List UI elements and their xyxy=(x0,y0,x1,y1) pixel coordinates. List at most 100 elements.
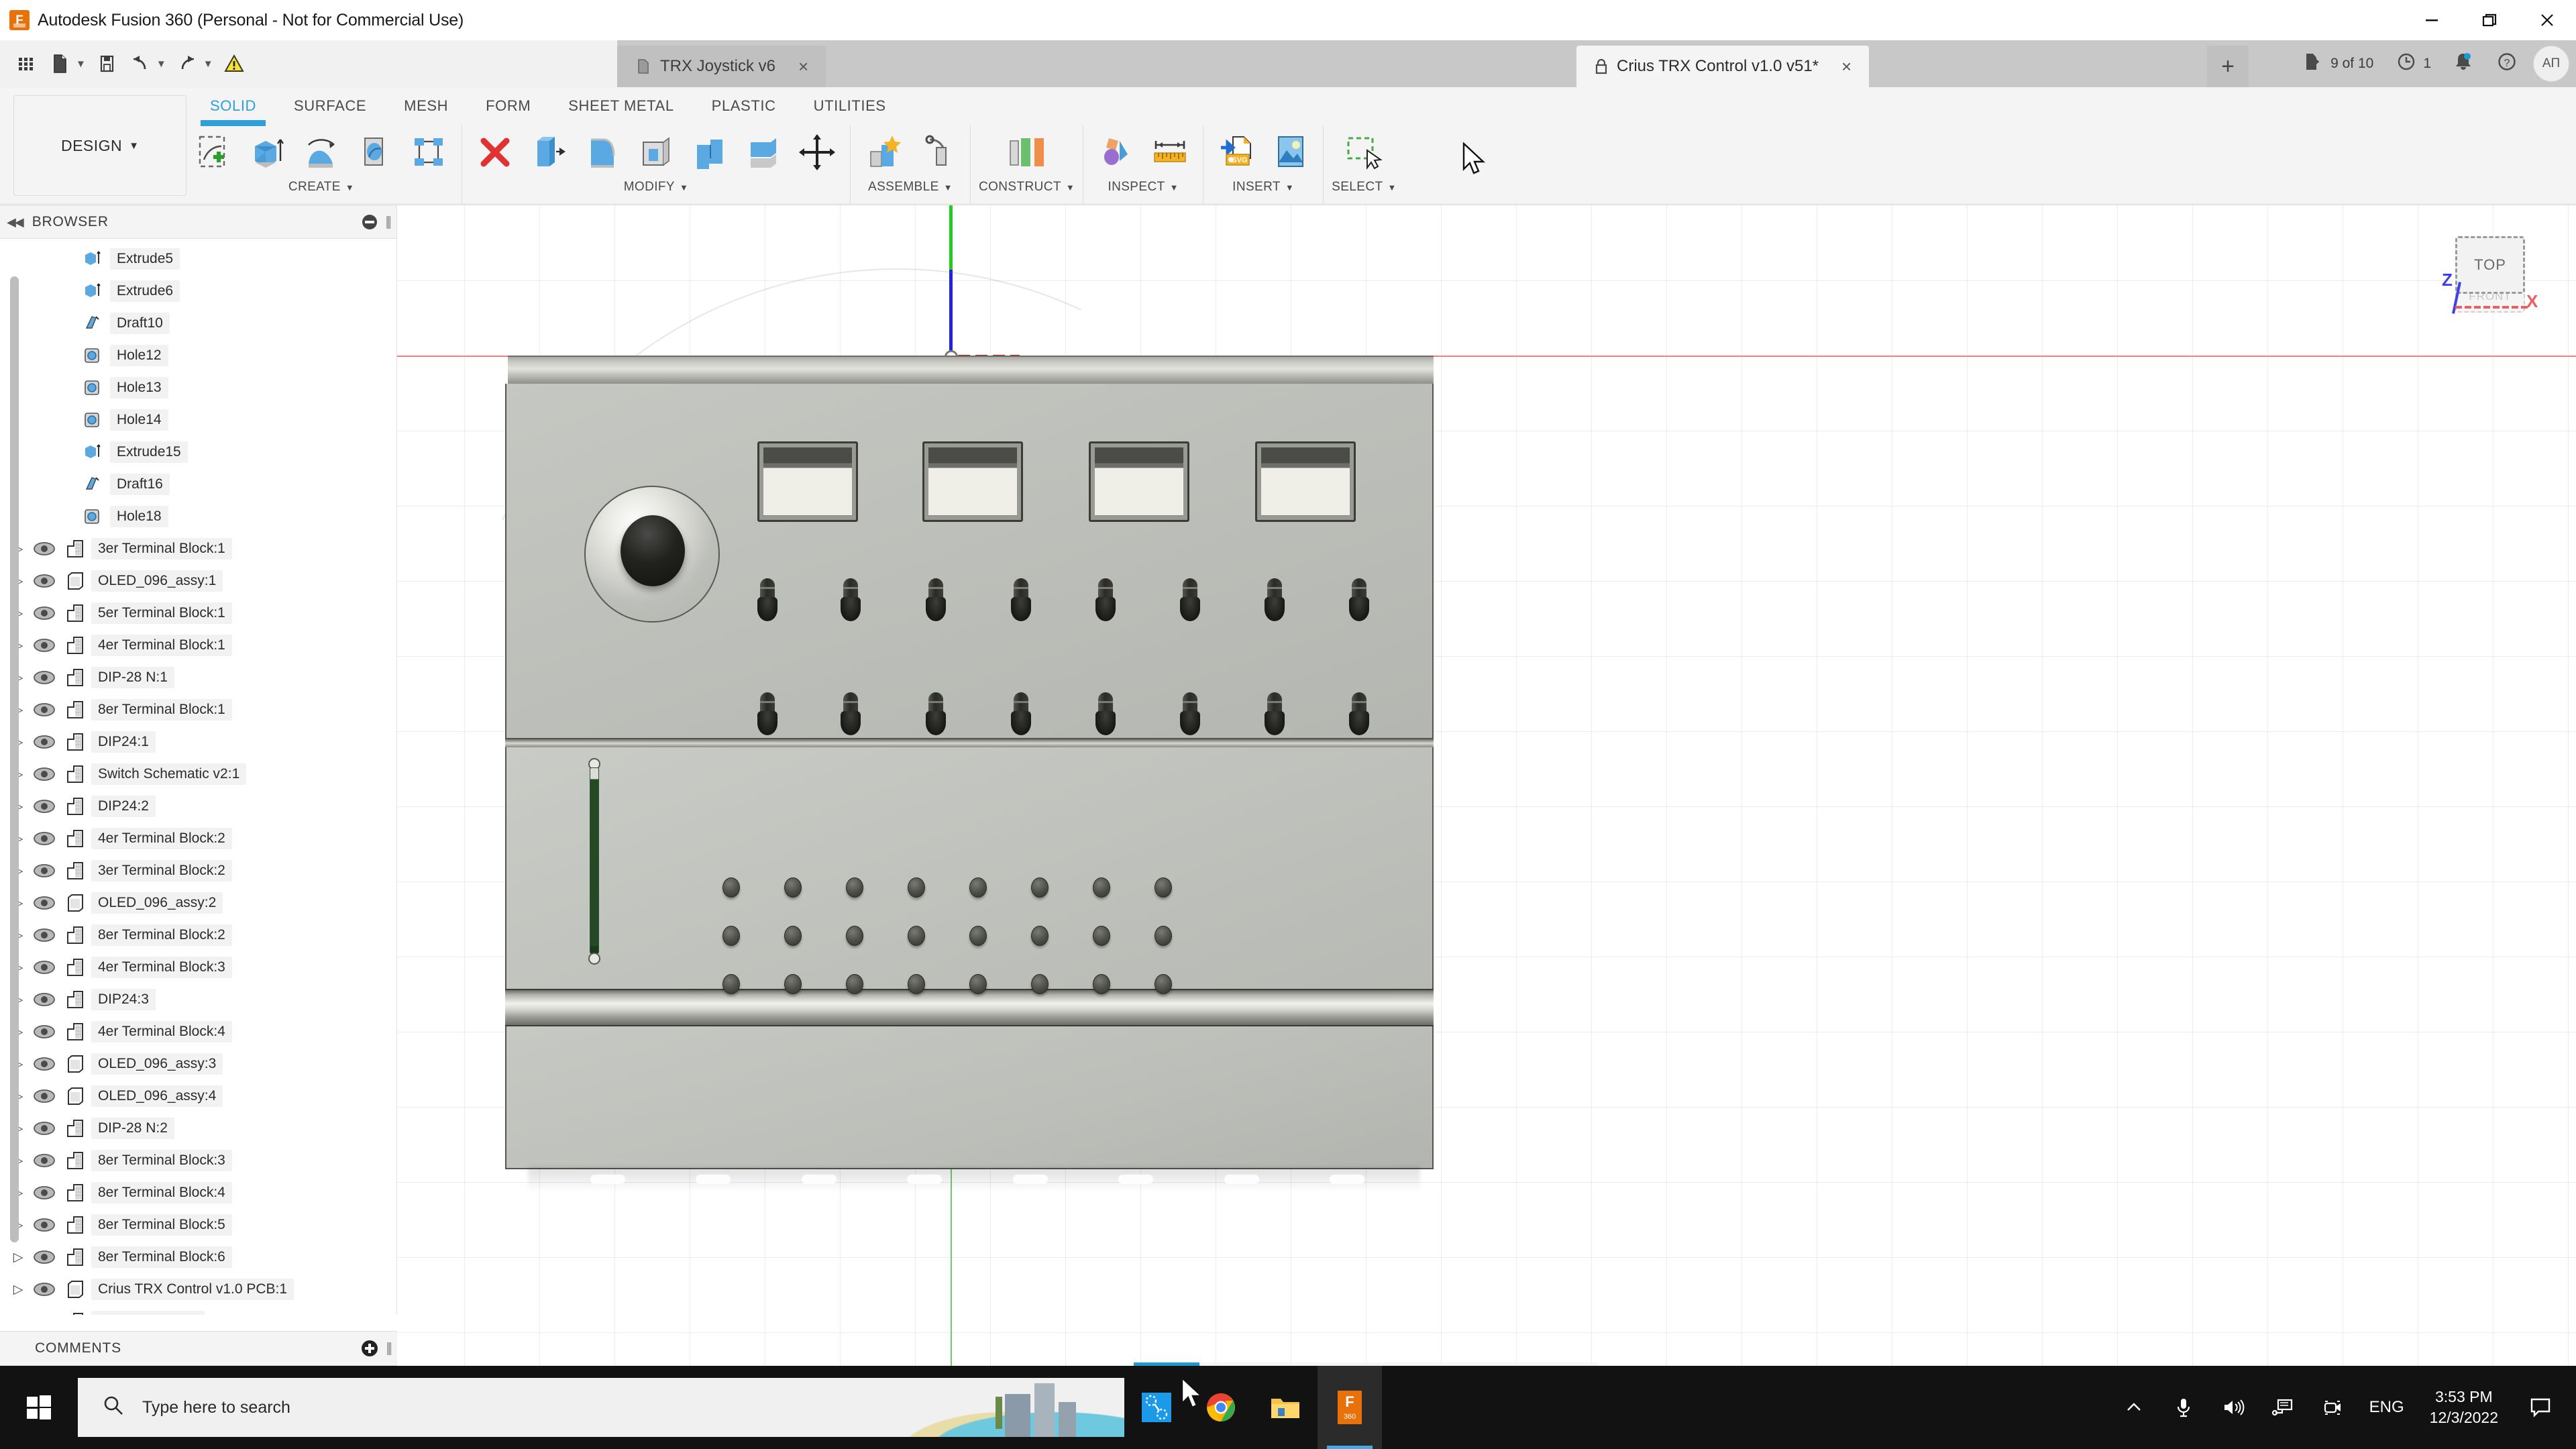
panel-grip-icon[interactable]: ||| xyxy=(385,215,390,230)
tree-item-component[interactable]: ▷8er Terminal Block:6 xyxy=(0,1241,396,1273)
search-input[interactable]: Type here to search xyxy=(78,1378,1124,1437)
help-button[interactable]: ? xyxy=(2485,40,2529,87)
tree-item-component[interactable]: ▷OLED_096_assy:3 xyxy=(0,1048,396,1080)
tree-item-component[interactable]: ▷4er Terminal Block:2 xyxy=(0,822,396,855)
tree-item-feature[interactable]: Extrude5 xyxy=(0,243,396,275)
tab-utilities[interactable]: UTILITIES xyxy=(795,91,905,121)
tree-item-component[interactable]: ▷DIP-28 N:2 xyxy=(0,1112,396,1144)
windows-start-icon[interactable] xyxy=(0,1366,78,1449)
tree-item-component[interactable]: ▷Switch Schematic v2:1 xyxy=(0,758,396,790)
tab-plastic[interactable]: PLASTIC xyxy=(693,91,795,121)
new-component-icon[interactable] xyxy=(859,127,908,177)
tree-item-feature[interactable]: Hole14 xyxy=(0,404,396,436)
tree-item-component[interactable]: ▷3er Terminal Block:2 xyxy=(0,855,396,887)
new-file-caret-icon[interactable]: ▼ xyxy=(76,58,86,70)
visibility-eye-icon[interactable] xyxy=(30,1152,59,1169)
visibility-eye-icon[interactable] xyxy=(30,798,59,814)
visibility-eye-icon[interactable] xyxy=(30,895,59,911)
group-label-select[interactable]: SELECT ▼ xyxy=(1332,180,1397,195)
group-label-insert[interactable]: INSERT ▼ xyxy=(1232,180,1294,195)
tree-item-feature[interactable]: Hole13 xyxy=(0,372,396,404)
visibility-eye-icon[interactable] xyxy=(30,1217,59,1233)
tree-item-component[interactable]: ▷DIP24:1 xyxy=(0,726,396,758)
tree-item-component[interactable]: ▷3er Terminal Block:1 xyxy=(0,533,396,565)
new-file-icon[interactable] xyxy=(44,46,75,82)
visibility-eye-icon[interactable] xyxy=(30,573,59,589)
3d-canvas[interactable]: FRONT TOP Z X xyxy=(397,205,2576,1366)
joint-icon[interactable] xyxy=(912,127,962,177)
press-pull-icon[interactable] xyxy=(524,127,574,177)
visibility-eye-icon[interactable] xyxy=(30,766,59,782)
task-view-icon[interactable] xyxy=(1124,1366,1189,1449)
tree-item-component[interactable]: ▷OLED_096_assy:4 xyxy=(0,1080,396,1112)
tree-item-component[interactable]: ▷DIP24:3 xyxy=(0,983,396,1016)
group-label-inspect[interactable]: INSPECT ▼ xyxy=(1108,180,1178,195)
workspace-switcher[interactable]: DESIGN ▼ xyxy=(13,95,186,196)
language-indicator[interactable]: ENG xyxy=(2357,1398,2416,1417)
visibility-eye-icon[interactable] xyxy=(30,959,59,975)
split-face-icon[interactable] xyxy=(739,127,788,177)
tab-solid[interactable]: SOLID xyxy=(191,91,275,121)
job-status[interactable]: 9 of 10 xyxy=(2292,40,2384,87)
move-copy-icon[interactable] xyxy=(792,127,842,177)
redo-caret-icon[interactable]: ▼ xyxy=(203,58,213,70)
notifications-button[interactable] xyxy=(2442,40,2485,87)
folder-icon[interactable] xyxy=(1253,1366,1318,1449)
visibility-eye-icon[interactable] xyxy=(30,991,59,1008)
tree-item-feature[interactable]: Draft10 xyxy=(0,307,396,339)
tree-item-component[interactable]: ▷OLED_096_assy:1 xyxy=(0,565,396,597)
camera-icon[interactable] xyxy=(2308,1366,2357,1449)
insert-svg-icon[interactable]: SVG xyxy=(1212,127,1261,177)
tree-item-feature[interactable]: Draft16 xyxy=(0,468,396,500)
pattern-icon[interactable] xyxy=(404,127,453,177)
action-center-icon[interactable] xyxy=(2512,1366,2569,1449)
tree-item-feature[interactable]: Hole18 xyxy=(0,500,396,533)
tree-item-feature[interactable]: Hole12 xyxy=(0,339,396,372)
view-cube[interactable]: FRONT TOP Z X xyxy=(2440,232,2541,313)
expand-arrow-icon[interactable]: ▷ xyxy=(7,1250,30,1265)
tree-item-component[interactable]: ▷Component18:1 xyxy=(0,1305,396,1315)
tree-item-component[interactable]: ▷8er Terminal Block:1 xyxy=(0,694,396,726)
collapse-left-icon[interactable]: ◀◀ xyxy=(7,215,23,229)
insert-image-icon[interactable] xyxy=(1265,127,1315,177)
redo-icon[interactable] xyxy=(172,46,203,82)
visibility-eye-icon[interactable] xyxy=(30,541,59,557)
tab-sheet-metal[interactable]: SHEET METAL xyxy=(549,91,692,121)
tree-item-component[interactable]: ▷4er Terminal Block:3 xyxy=(0,951,396,983)
interference-icon[interactable] xyxy=(1091,127,1141,177)
tree-item-component[interactable]: ▷4er Terminal Block:4 xyxy=(0,1016,396,1048)
tree-item-component[interactable]: ▷Crius TRX Control v1.0 PCB:1 xyxy=(0,1273,396,1305)
speaker-icon[interactable] xyxy=(2208,1366,2258,1449)
visibility-eye-icon[interactable] xyxy=(30,702,59,718)
new-sketch-icon[interactable] xyxy=(189,127,239,177)
visibility-eye-icon[interactable] xyxy=(30,734,59,750)
panel-grip-icon[interactable]: ||| xyxy=(386,1341,390,1356)
tab-mesh[interactable]: MESH xyxy=(385,91,467,121)
close-icon[interactable] xyxy=(2518,0,2576,40)
model-control-panel[interactable] xyxy=(501,356,1434,1171)
undo-caret-icon[interactable]: ▼ xyxy=(156,58,166,70)
expand-arrow-icon[interactable]: ▷ xyxy=(7,1282,30,1297)
tree-item-component[interactable]: ▷8er Terminal Block:4 xyxy=(0,1177,396,1209)
browser-scrollbar[interactable] xyxy=(10,276,19,1242)
revolve-icon[interactable] xyxy=(297,127,346,177)
save-icon[interactable] xyxy=(91,46,122,82)
show-hidden-icons[interactable] xyxy=(2109,1366,2159,1449)
tree-item-component[interactable]: ▷8er Terminal Block:5 xyxy=(0,1209,396,1241)
shell-icon[interactable] xyxy=(631,127,681,177)
warning-icon[interactable] xyxy=(219,46,250,82)
tree-item-component[interactable]: ▷8er Terminal Block:2 xyxy=(0,919,396,951)
new-tab-button[interactable]: + xyxy=(2207,46,2249,87)
tab-surface[interactable]: SURFACE xyxy=(275,91,385,121)
visibility-eye-icon[interactable] xyxy=(30,1313,59,1315)
visibility-eye-icon[interactable] xyxy=(30,1249,59,1265)
minimize-icon[interactable] xyxy=(2403,0,2461,40)
visibility-eye-icon[interactable] xyxy=(30,1056,59,1072)
view-cube-top-face[interactable]: TOP xyxy=(2455,236,2525,294)
close-icon[interactable]: × xyxy=(798,56,808,77)
document-tab-1[interactable]: Crius TRX Control v1.0 v51* × xyxy=(1576,46,1869,87)
visibility-eye-icon[interactable] xyxy=(30,1024,59,1040)
group-label-assemble[interactable]: ASSEMBLE ▼ xyxy=(868,180,953,195)
browser-tree[interactable]: Extrude5 Extrude6 Draft10 Hole12 Hole13 xyxy=(0,239,396,1315)
tree-item-feature[interactable]: Extrude15 xyxy=(0,436,396,468)
